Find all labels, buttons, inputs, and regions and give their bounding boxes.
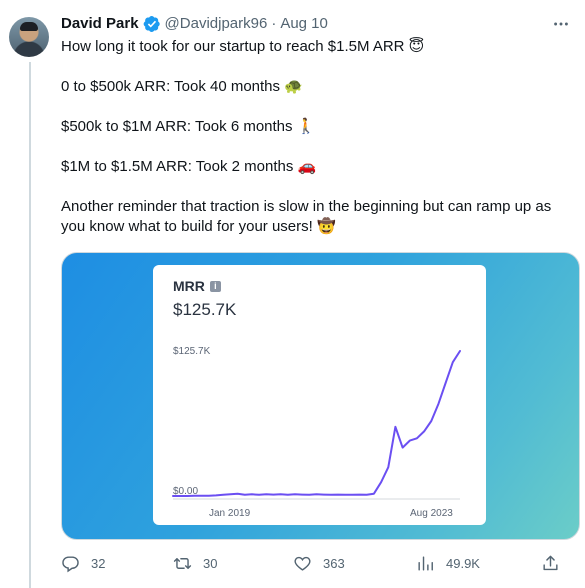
tweet-media[interactable]: MRR i $125.7K $125.7K $0.00 Jan 2019 Aug…	[61, 252, 580, 540]
reply-button[interactable]: 32	[61, 552, 105, 574]
tweet-date[interactable]: Aug 10	[280, 14, 328, 34]
tweet-actions: 32 30 363 49.9K	[61, 552, 581, 574]
separator-dot: ·	[271, 15, 277, 32]
verified-badge-icon	[143, 15, 161, 33]
tweet-line: $1M to $1.5M ARR: Took 2 months 🚗	[61, 158, 317, 175]
avatar[interactable]	[9, 17, 49, 57]
more-icon[interactable]	[551, 14, 571, 34]
tweet-line: 0 to $500k ARR: Took 40 months 🐢	[61, 78, 303, 95]
tweet-line: How long it took for our startup to reac…	[61, 38, 425, 55]
retweet-count: 30	[203, 555, 218, 571]
views-count: 49.9K	[446, 555, 480, 571]
tweet-header: David Park @Davidjpark96 · Aug 10	[61, 14, 328, 34]
author-name[interactable]: David Park	[61, 14, 139, 34]
mrr-card: MRR i $125.7K $125.7K $0.00 Jan 2019 Aug…	[153, 265, 486, 525]
reply-icon	[62, 555, 79, 572]
mrr-series-line	[172, 350, 461, 497]
x-tick-label: Aug 2023	[410, 508, 453, 519]
tweet-line: you know what to build for your users! 🤠	[61, 218, 336, 235]
tweet-line: $500k to $1M ARR: Took 6 months 🚶	[61, 118, 316, 135]
retweet-button[interactable]: 30	[173, 552, 217, 574]
author-handle[interactable]: @Davidjpark96	[165, 14, 268, 34]
views-button[interactable]: 49.9K	[416, 552, 480, 574]
views-icon	[418, 555, 433, 571]
tweet-text: How long it took for our startup to reac…	[61, 37, 573, 237]
like-icon	[294, 556, 311, 571]
like-button[interactable]: 363	[293, 552, 345, 574]
reply-count: 32	[91, 555, 106, 571]
y-tick-label: $125.7K	[173, 346, 211, 357]
tweet-line: Another reminder that traction is slow i…	[61, 198, 552, 215]
thread-line	[29, 62, 31, 588]
like-count: 363	[323, 555, 345, 571]
retweet-icon	[173, 557, 192, 569]
x-tick-label: Jan 2019	[209, 508, 251, 519]
mrr-chart: $125.7K $0.00 Jan 2019 Aug 2023	[172, 346, 461, 519]
share-icon	[543, 555, 558, 570]
share-button[interactable]	[541, 552, 560, 574]
